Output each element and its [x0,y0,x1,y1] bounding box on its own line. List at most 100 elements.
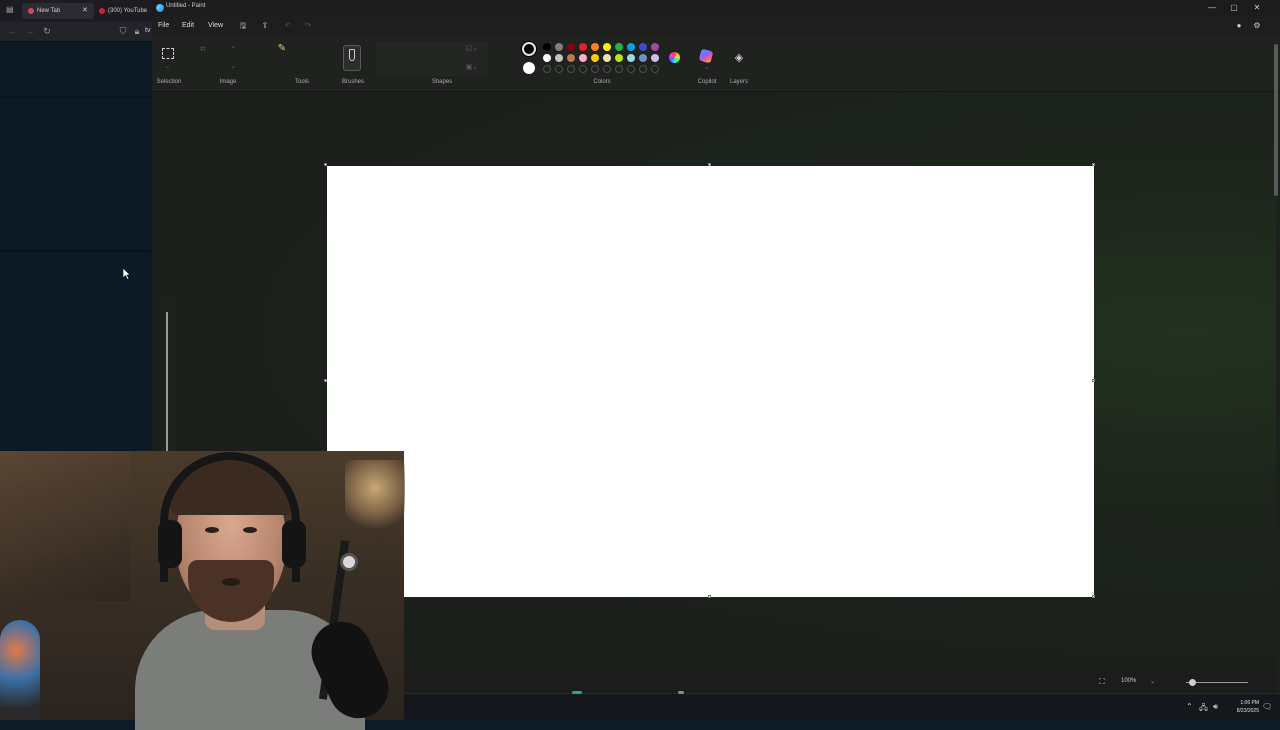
custom-color-slot[interactable] [603,65,611,73]
forward-icon[interactable]: → [23,24,37,38]
resize-handle[interactable] [1092,595,1095,598]
chevron-down-icon[interactable]: ⌄ [231,63,236,70]
palette-color-swatch[interactable] [639,43,647,51]
custom-color-slot[interactable] [615,65,623,73]
maximize-icon[interactable]: ▢ [1224,2,1244,14]
layers-icon[interactable]: ◈ [733,52,745,64]
palette-color-swatch[interactable] [555,54,563,62]
palette-color-swatch[interactable] [603,54,611,62]
group-label-layers: Layers [729,79,748,85]
scrollbar[interactable] [166,312,168,452]
headset-icon [160,452,300,582]
custom-color-slot[interactable] [579,65,587,73]
taskbar-app-indicator[interactable] [572,691,582,694]
custom-color-slot[interactable] [591,65,599,73]
taskbar-app-indicator[interactable] [678,691,684,694]
palette-color-swatch[interactable] [615,54,623,62]
sidebar-divider [0,96,150,98]
chevron-down-icon[interactable]: ⌄ [165,63,170,70]
palette-color-swatch[interactable] [591,54,599,62]
palette-color-swatch[interactable] [651,43,659,51]
custom-color-slot[interactable] [555,65,563,73]
tab-list-icon[interactable]: ▤ [6,5,16,15]
save-icon[interactable]: 🖫︎ [236,19,250,33]
pencil-icon[interactable]: ✎ [274,41,290,57]
resize-handle[interactable] [708,595,711,598]
palette-color-swatch[interactable] [579,54,587,62]
brush-icon [349,49,355,61]
undo-icon[interactable]: ↶ [281,19,295,33]
shape-outline-icon[interactable]: ◱⌄ [464,41,480,57]
selection-tool-icon[interactable] [162,48,174,59]
resize-handle[interactable] [1092,379,1095,382]
minimize-icon[interactable]: — [1202,2,1222,14]
crop-icon[interactable]: ⌗ [195,42,211,58]
group-label-copilot: Copilot [697,79,717,85]
palette-color-swatch[interactable] [639,54,647,62]
menu-view[interactable]: View [208,22,223,29]
group-label-colors: Colors [593,79,611,85]
chevron-down-icon[interactable]: ⌄ [1150,678,1155,685]
redo-icon[interactable]: ↷ [301,19,315,33]
reload-icon[interactable]: ↻ [40,24,54,38]
settings-gear-icon[interactable]: ⚙ [1250,19,1264,33]
palette-color-swatch[interactable] [543,54,551,62]
resize-handle[interactable] [708,163,711,166]
palette-color-swatch[interactable] [555,43,563,51]
back-icon[interactable]: ← [5,24,19,38]
shape-fill-icon[interactable]: ▣⌄ [464,60,480,76]
shield-icon[interactable]: ⛉ [116,24,130,38]
fit-to-window-icon[interactable]: ⛶ [1099,677,1109,687]
tab-close-icon[interactable]: ✕ [82,3,88,19]
volume-icon[interactable]: 🔊︎ [1213,702,1218,712]
tray-chevron-up-icon[interactable]: ⌃ [1186,702,1193,711]
scrollbar[interactable] [1274,44,1278,196]
network-icon[interactable]: 🖧︎ [1199,702,1208,716]
resize-handle[interactable] [324,163,327,166]
menu-edit[interactable]: Edit [182,22,194,29]
palette-color-swatch[interactable] [543,43,551,51]
window-title: Untitled - Paint [166,3,206,9]
palette-color-swatch[interactable] [615,43,623,51]
webcam-background-lamp [345,460,405,530]
palette-color-swatch[interactable] [579,43,587,51]
close-icon[interactable]: ✕ [1247,2,1267,14]
tab-favicon-icon [28,8,34,14]
share-icon[interactable]: ⇪ [258,19,272,33]
address-bar[interactable]: tv [145,27,150,34]
palette-color-swatch[interactable] [627,54,635,62]
palette-color-swatch[interactable] [651,54,659,62]
clock-date[interactable]: 8/23/2025 [1229,708,1259,714]
resize-handle[interactable] [324,379,327,382]
secondary-color-swatch[interactable] [523,62,535,74]
account-icon[interactable]: ● [1232,19,1246,33]
custom-color-slot[interactable] [627,65,635,73]
chevron-down-icon[interactable]: ⌄ [231,43,236,50]
chevron-down-icon[interactable]: ⌄ [704,64,709,71]
tab-label: New Tab [37,8,61,14]
palette-color-swatch[interactable] [591,43,599,51]
custom-color-slot[interactable] [567,65,575,73]
group-label-tools: Tools [294,79,309,85]
palette-color-swatch[interactable] [603,43,611,51]
custom-color-slot[interactable] [543,65,551,73]
resize-handle[interactable] [1092,163,1095,166]
paint-title-bar [152,0,1280,16]
menu-file[interactable]: File [158,22,169,29]
browser-tab-youtube[interactable]: (300) YouTube [108,3,152,19]
custom-color-slot[interactable] [651,65,659,73]
zoom-level[interactable]: 100% [1121,678,1136,684]
mouse-cursor-icon [123,268,131,280]
clock-time[interactable]: 1:06 PM [1229,700,1259,706]
palette-color-swatch[interactable] [567,54,575,62]
drawing-canvas[interactable] [327,166,1094,597]
primary-color-swatch[interactable] [522,42,536,56]
custom-color-slot[interactable] [639,65,647,73]
headset-earcup [282,520,306,568]
notifications-icon[interactable]: 🗨︎ [1262,702,1272,711]
edit-colors-icon[interactable] [669,52,680,63]
palette-color-swatch[interactable] [567,43,575,51]
palette-color-swatch[interactable] [627,43,635,51]
webcam-background-shelf [0,451,130,601]
lock-icon[interactable]: 🔒︎ [130,24,144,38]
